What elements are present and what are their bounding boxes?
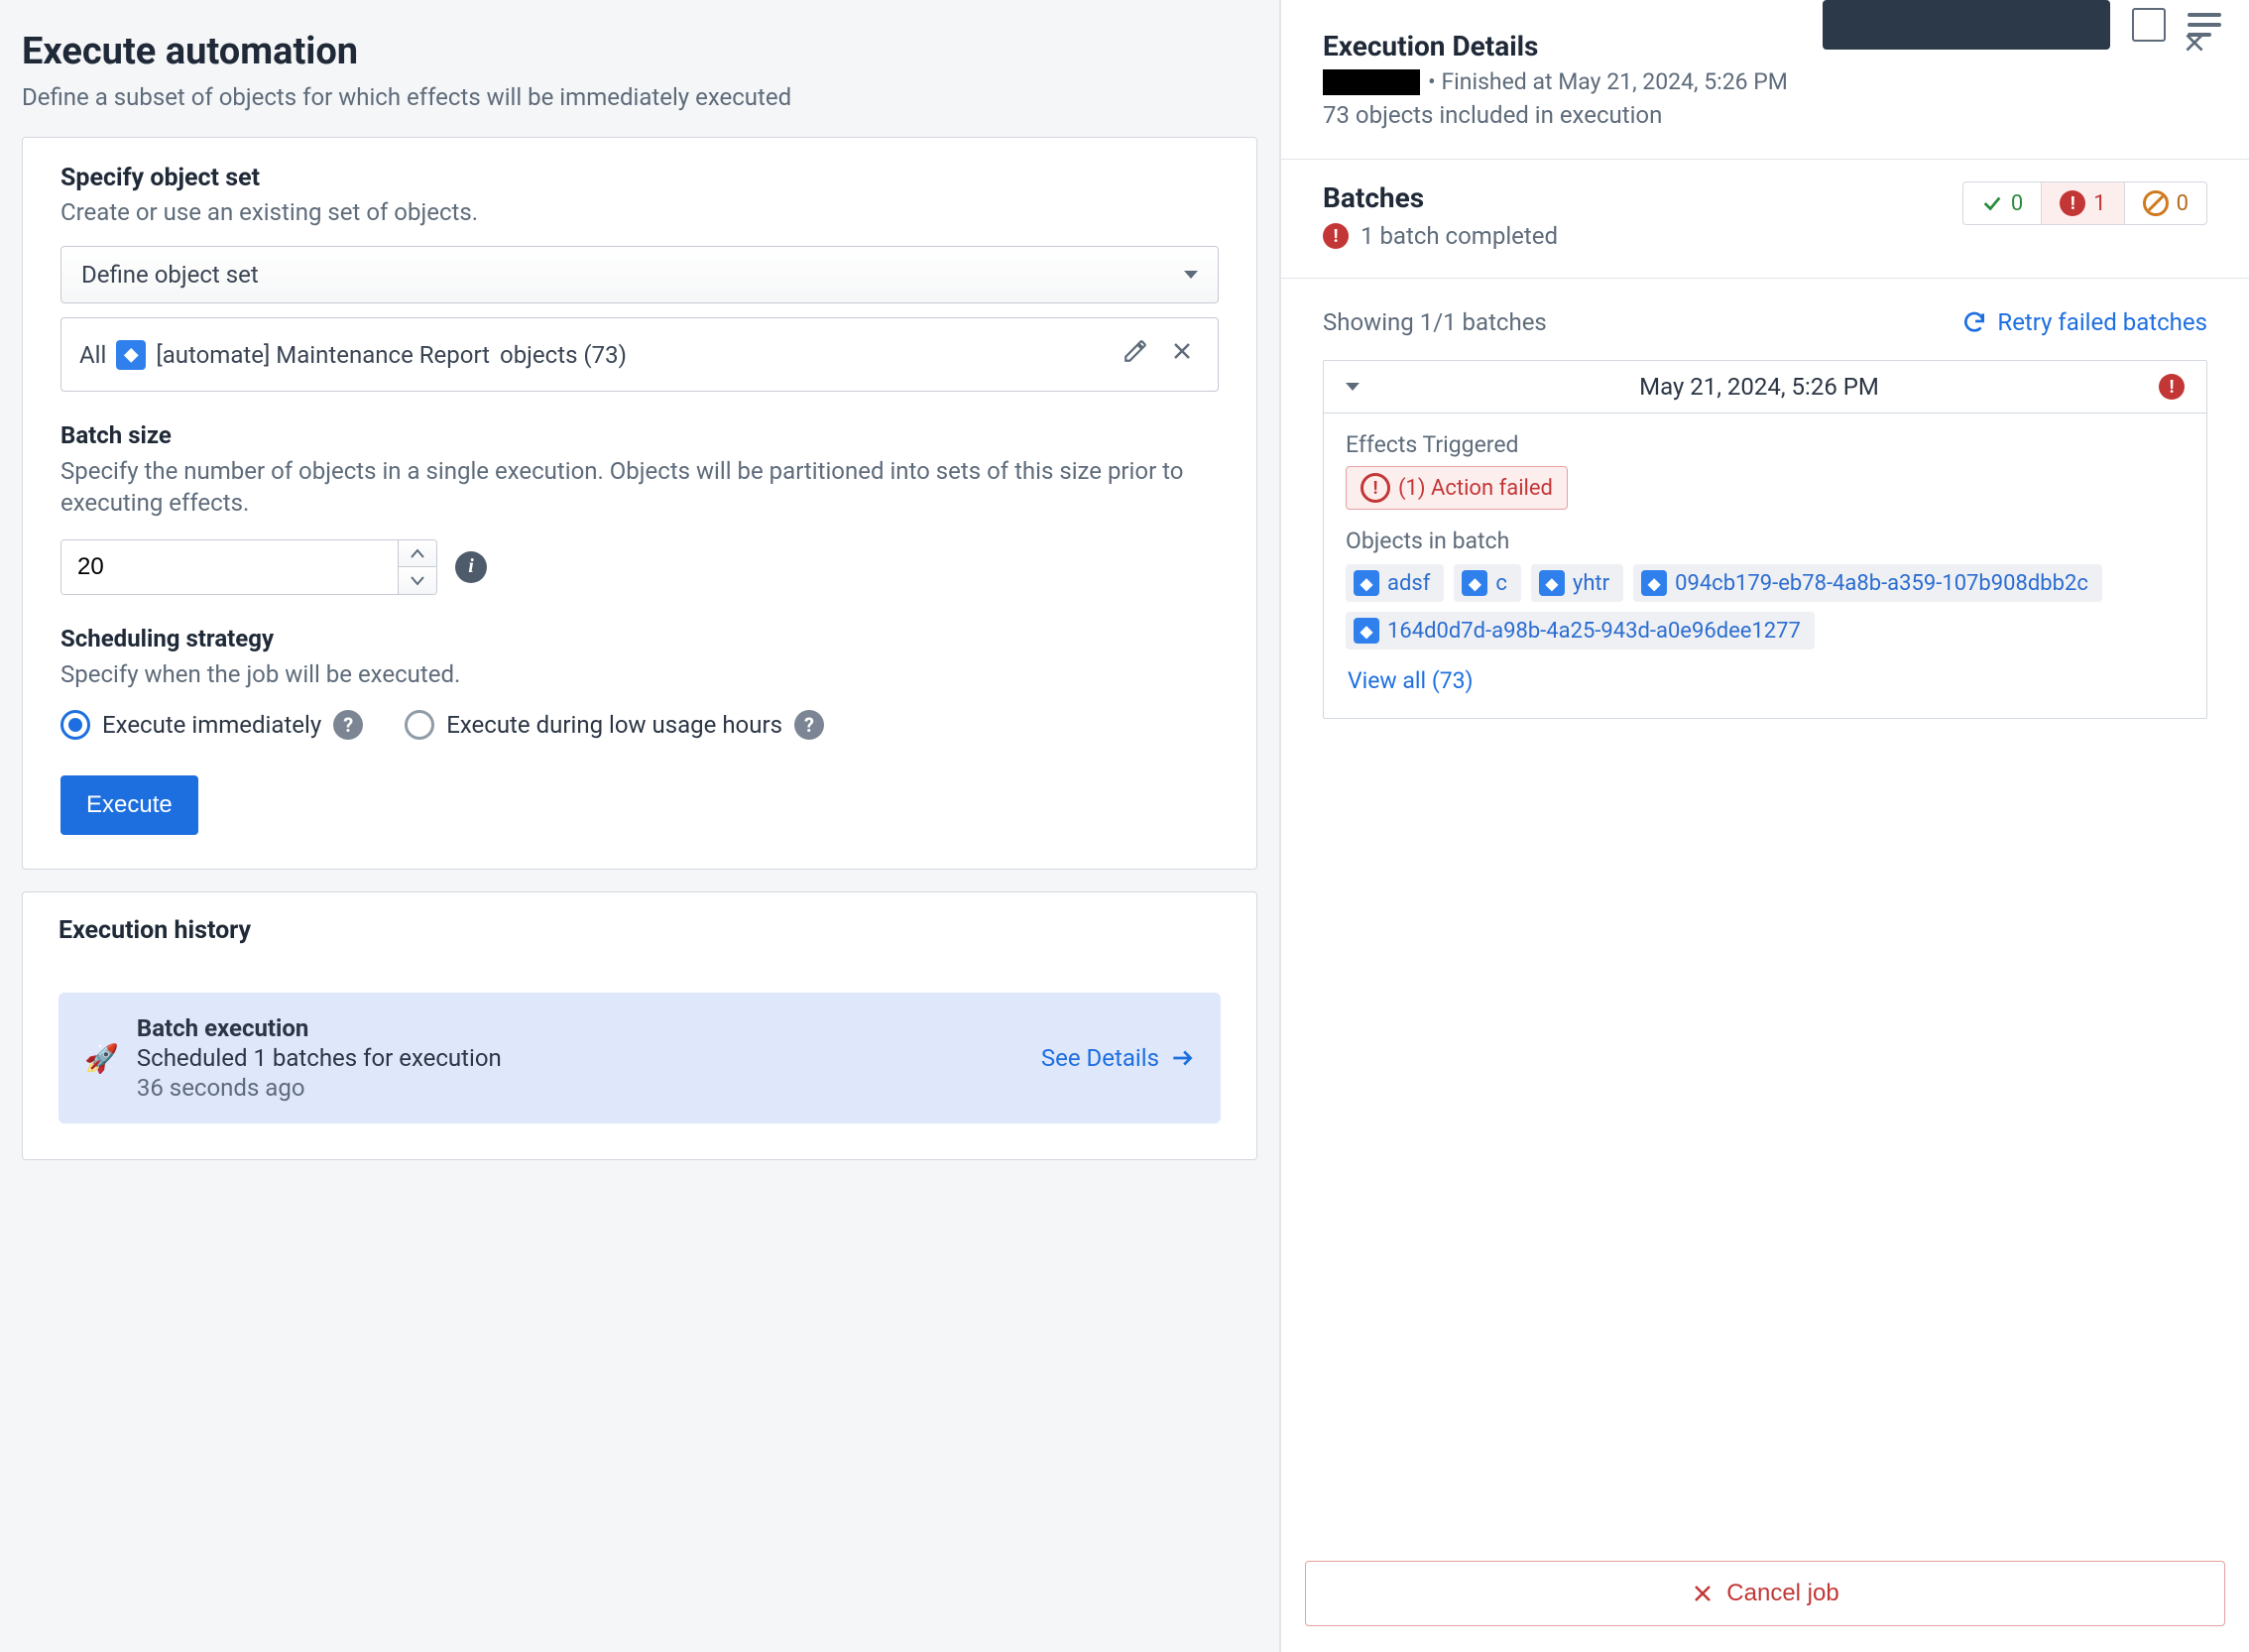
batch-header[interactable]: May 21, 2024, 5:26 PM ! bbox=[1324, 361, 2206, 413]
edit-icon[interactable] bbox=[1117, 332, 1154, 377]
pill-skipped[interactable]: 0 bbox=[2125, 182, 2206, 224]
effects-triggered-label: Effects Triggered bbox=[1346, 431, 2185, 458]
objects-in-batch-label: Objects in batch bbox=[1346, 528, 2185, 554]
batch-size-label: Batch size bbox=[60, 421, 1219, 449]
history-item-title: Batch execution bbox=[137, 1014, 1023, 1042]
info-icon[interactable]: i bbox=[455, 551, 487, 583]
details-title: Execution Details bbox=[1323, 30, 1788, 62]
help-icon[interactable]: ? bbox=[794, 710, 824, 740]
object-set-sub: Create or use an existing set of objects… bbox=[60, 198, 1219, 226]
object-chip[interactable]: ◆c bbox=[1454, 564, 1521, 602]
scheduling-label: Scheduling strategy bbox=[60, 625, 1219, 652]
object-set-selector-label: Define object set bbox=[81, 261, 259, 289]
error-icon: ! bbox=[2159, 374, 2185, 400]
view-all-link[interactable]: View all (73) bbox=[1346, 667, 2185, 694]
schedule-low-usage-radio[interactable]: Execute during low usage hours ? bbox=[405, 710, 824, 740]
close-details-icon[interactable] bbox=[2182, 30, 2207, 59]
close-icon[interactable] bbox=[1164, 333, 1200, 376]
batch-size-stepper[interactable] bbox=[398, 540, 436, 594]
showing-batches-label: Showing 1/1 batches bbox=[1323, 308, 1547, 336]
object-chip[interactable]: ◆164d0d7d-a98b-4a25-943d-a0e96dee1277 bbox=[1346, 612, 1815, 649]
object-count-label: objects (73) bbox=[500, 341, 627, 369]
batch-item: May 21, 2024, 5:26 PM ! Effects Triggere… bbox=[1323, 360, 2207, 719]
stepper-down-icon[interactable] bbox=[399, 567, 436, 594]
page-title: Execute automation bbox=[22, 30, 1257, 73]
error-outline-icon: ! bbox=[1361, 473, 1390, 503]
batch-size-input[interactable] bbox=[61, 540, 398, 594]
object-type-icon: ◆ bbox=[116, 340, 146, 370]
chevron-down-icon bbox=[1184, 271, 1198, 279]
scheduling-desc: Specify when the job will be executed. bbox=[60, 658, 1219, 690]
details-finished: • Finished at May 21, 2024, 5:26 PM bbox=[1428, 68, 1788, 95]
schedule-immediate-label: Execute immediately bbox=[102, 711, 321, 739]
history-item-time: 36 seconds ago bbox=[137, 1074, 1023, 1102]
action-failed-badge[interactable]: ! (1) Action failed bbox=[1346, 466, 1568, 510]
history-card: Execution history 🚀 Batch execution Sche… bbox=[22, 891, 1257, 1160]
redacted-user bbox=[1323, 69, 1420, 95]
batch-size-desc: Specify the number of objects in a singl… bbox=[60, 455, 1219, 520]
retry-failed-link[interactable]: Retry failed batches bbox=[1961, 308, 2207, 336]
rocket-icon: 🚀 bbox=[84, 1042, 119, 1075]
history-title: Execution history bbox=[59, 916, 1221, 945]
help-icon[interactable]: ? bbox=[333, 710, 363, 740]
history-item-sub: Scheduled 1 batches for execution bbox=[137, 1044, 1023, 1072]
batches-title: Batches bbox=[1323, 181, 1558, 214]
stepper-up-icon[interactable] bbox=[399, 540, 436, 568]
status-pills: 0 ! 1 0 bbox=[1962, 181, 2207, 225]
pill-success[interactable]: 0 bbox=[1963, 182, 2042, 224]
error-icon: ! bbox=[2060, 190, 2085, 216]
schedule-low-usage-label: Execute during low usage hours bbox=[446, 711, 782, 739]
object-set-all-label: All bbox=[79, 341, 106, 369]
batches-subtitle: 1 batch completed bbox=[1361, 222, 1558, 250]
object-set-selector[interactable]: Define object set bbox=[60, 246, 1219, 303]
history-item[interactable]: 🚀 Batch execution Scheduled 1 batches fo… bbox=[59, 993, 1221, 1123]
object-set-title: Specify object set bbox=[60, 164, 1219, 192]
skip-icon bbox=[2143, 190, 2169, 216]
page-subtitle: Define a subset of objects for which eff… bbox=[22, 83, 1257, 111]
schedule-immediate-radio[interactable]: Execute immediately ? bbox=[60, 710, 363, 740]
object-chip[interactable]: ◆adsf bbox=[1346, 564, 1444, 602]
details-object-count: 73 objects included in execution bbox=[1323, 101, 1788, 129]
error-icon: ! bbox=[1323, 223, 1349, 249]
cancel-job-button[interactable]: Cancel job bbox=[1305, 1561, 2225, 1626]
object-chip[interactable]: ◆yhtr bbox=[1531, 564, 1623, 602]
object-set-row: All ◆ [automate] Maintenance Report obje… bbox=[60, 317, 1219, 392]
chevron-down-icon bbox=[1346, 383, 1360, 391]
configure-card: Specify object set Create or use an exis… bbox=[22, 137, 1257, 870]
object-chip-list: ◆adsf ◆c ◆yhtr ◆094cb179-eb78-4a8b-a359-… bbox=[1346, 564, 2185, 649]
execute-button[interactable]: Execute bbox=[60, 775, 198, 835]
see-details-link[interactable]: See Details bbox=[1041, 1044, 1195, 1072]
batch-date: May 21, 2024, 5:26 PM bbox=[1360, 373, 2159, 401]
pill-error[interactable]: ! 1 bbox=[2042, 182, 2124, 224]
object-type-name: [automate] Maintenance Report bbox=[156, 341, 490, 369]
object-chip[interactable]: ◆094cb179-eb78-4a8b-a359-107b908dbb2c bbox=[1633, 564, 2102, 602]
